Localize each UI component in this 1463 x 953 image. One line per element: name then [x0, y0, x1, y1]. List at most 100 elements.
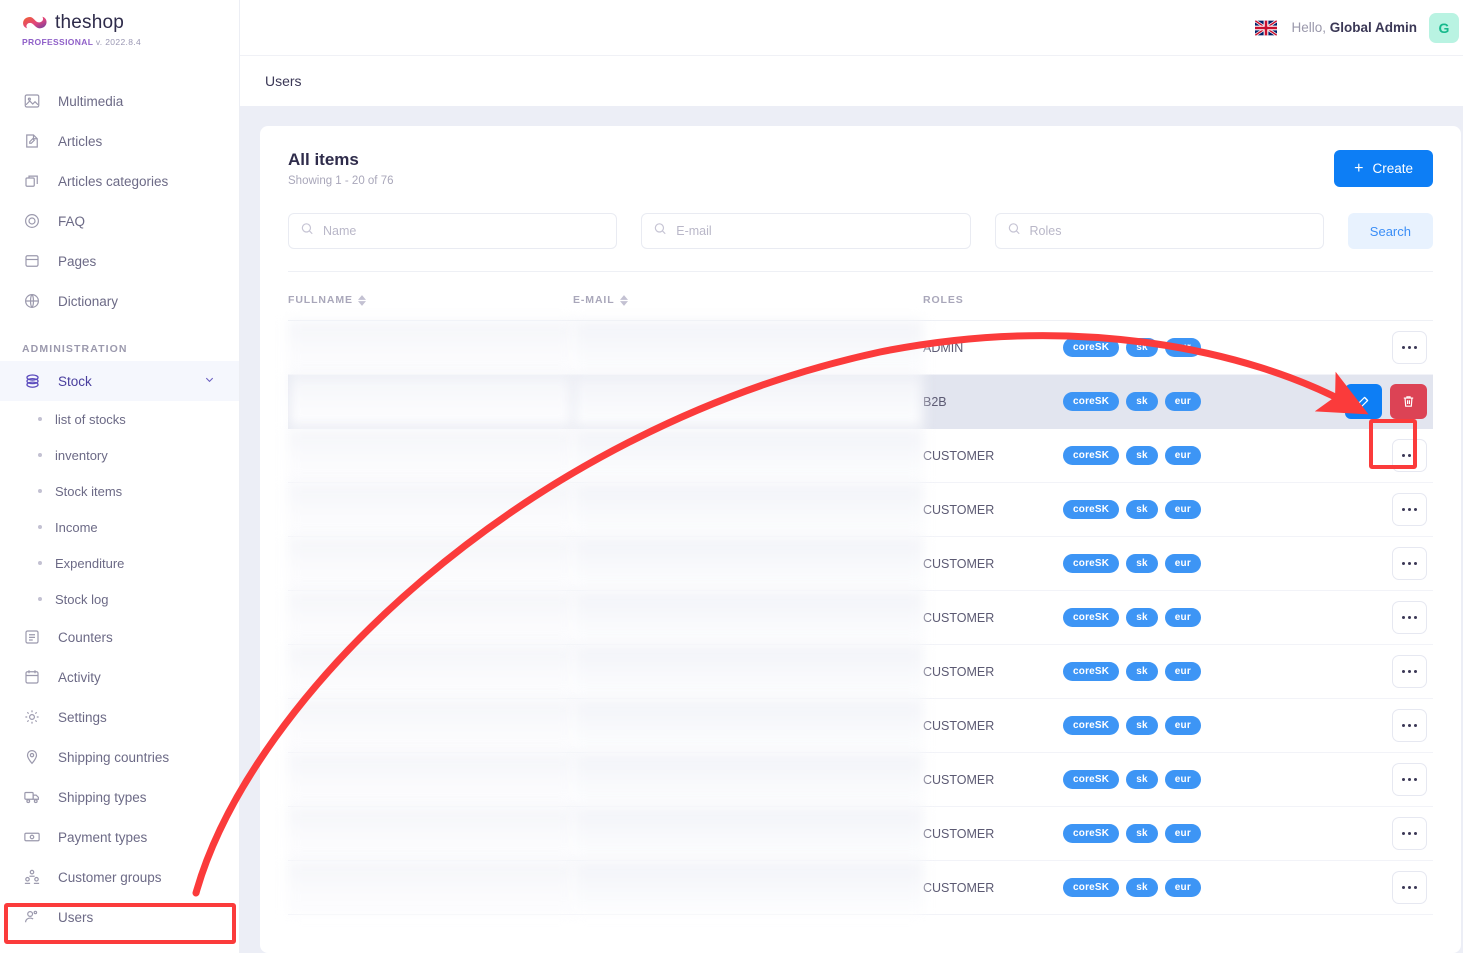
sidebar-item-articles[interactable]: Articles	[0, 121, 239, 161]
ellipsis-icon	[1407, 561, 1412, 566]
row-menu-button[interactable]	[1392, 655, 1427, 688]
column-header-fullname[interactable]: FULLNAME	[288, 272, 573, 321]
sidebar-item-counters[interactable]: Counters	[0, 617, 239, 657]
role-badge: sk	[1126, 392, 1158, 411]
email-filter[interactable]	[641, 213, 971, 249]
cell-email	[573, 482, 923, 537]
sidebar-item-customer-groups[interactable]: Customer groups	[0, 857, 239, 897]
table-row[interactable]: CUSTOMER coreSK sk eur	[288, 428, 1433, 483]
sort-icon[interactable]	[619, 294, 628, 306]
sidebar-item-settings[interactable]: Settings	[0, 697, 239, 737]
ellipsis-icon	[1407, 885, 1412, 890]
row-menu-button[interactable]	[1392, 763, 1427, 796]
sidebar-subitem-stock-items[interactable]: Stock items	[0, 473, 239, 509]
cell-fullname	[288, 860, 573, 915]
sidebar-subitem-list-of-stocks[interactable]: list of stocks	[0, 401, 239, 437]
bullet-icon	[38, 561, 42, 565]
cell-email	[573, 590, 923, 645]
row-actions	[1313, 763, 1433, 796]
table-row[interactable]: CUSTOMER coreSK sk eur	[288, 806, 1433, 861]
topbar: Hello, Global Admin G	[240, 0, 1463, 56]
table-row[interactable]: ADMIN coreSK sk eur	[288, 320, 1433, 375]
ellipsis-icon	[1407, 777, 1412, 782]
edit-icon	[1358, 396, 1369, 407]
role-badge: eur	[1164, 878, 1201, 897]
cell-fullname	[288, 374, 573, 429]
sidebar-item-faq[interactable]: FAQ	[0, 201, 239, 241]
sidebar-item-users[interactable]: Users	[0, 897, 239, 937]
badge-group: coreSK sk eur	[1063, 554, 1313, 573]
box-icon	[22, 371, 42, 391]
ellipsis-icon	[1407, 831, 1412, 836]
role-badge: sk	[1126, 716, 1158, 735]
table-row[interactable]: CUSTOMER coreSK sk eur	[288, 590, 1433, 645]
row-menu-button[interactable]	[1392, 817, 1427, 850]
row-menu-button[interactable]	[1392, 439, 1427, 472]
question-circle-icon	[22, 211, 42, 231]
sidebar-item-activity[interactable]: Activity	[0, 657, 239, 697]
cell-actions	[1313, 482, 1433, 537]
row-menu-button[interactable]	[1392, 601, 1427, 634]
badge-group: coreSK sk eur	[1063, 608, 1313, 627]
sidebar-subitem-inventory[interactable]: inventory	[0, 437, 239, 473]
edit-button[interactable]	[1345, 384, 1382, 419]
role-badge: eur	[1164, 500, 1201, 519]
sidebar-item-dictionary[interactable]: Dictionary	[0, 281, 239, 321]
row-menu-button[interactable]	[1392, 331, 1427, 364]
cell-email	[573, 644, 923, 699]
sidebar-item-pages[interactable]: Pages	[0, 241, 239, 281]
name-input[interactable]	[323, 214, 617, 248]
row-actions	[1313, 871, 1433, 904]
email-input[interactable]	[676, 214, 970, 248]
table-row[interactable]: CUSTOMER coreSK sk eur	[288, 482, 1433, 537]
avatar[interactable]: G	[1429, 12, 1459, 43]
sidebar-item-articles-categories[interactable]: Articles categories	[0, 161, 239, 201]
table-row[interactable]: CUSTOMER coreSK sk eur	[288, 536, 1433, 591]
table-row[interactable]: B2B coreSK sk eur	[288, 374, 1433, 429]
search-button[interactable]: Search	[1347, 213, 1433, 249]
brand[interactable]: theshop PROFESSIONAL v. 2022.8.4	[0, 0, 239, 47]
sort-icon[interactable]	[357, 294, 366, 306]
redacted-fullname	[288, 807, 573, 860]
table-row[interactable]: CUSTOMER coreSK sk eur	[288, 644, 1433, 699]
table-body: ADMIN coreSK sk eur B2B coreSK sk eur CUSTOMER co…	[288, 320, 1433, 915]
row-actions	[1313, 331, 1433, 364]
table-row[interactable]: CUSTOMER coreSK sk eur	[288, 752, 1433, 807]
badge-group: coreSK sk eur	[1063, 770, 1313, 789]
sidebar-item-shipping-countries[interactable]: Shipping countries	[0, 737, 239, 777]
chevron-down-icon[interactable]	[204, 374, 215, 388]
role-badge: eur	[1164, 716, 1201, 735]
row-actions	[1313, 709, 1433, 742]
table-row[interactable]: CUSTOMER coreSK sk eur	[288, 698, 1433, 753]
table-row[interactable]: CUSTOMER coreSK sk eur	[288, 860, 1433, 915]
delete-button[interactable]	[1390, 384, 1427, 419]
redacted-email	[573, 321, 923, 374]
roles-filter[interactable]	[994, 213, 1324, 249]
sidebar-subitem-income[interactable]: Income	[0, 509, 239, 545]
filters-row: Search	[288, 213, 1433, 272]
uk-flag-icon[interactable]	[1255, 19, 1278, 36]
users-table: FULLNAME E-MAIL ROLES ADMIN coreSK sk eu…	[288, 272, 1433, 915]
ellipsis-icon	[1413, 669, 1418, 674]
roles-input[interactable]	[1029, 214, 1323, 248]
cell-email	[573, 374, 923, 429]
sidebar-item-multimedia[interactable]: Multimedia	[0, 81, 239, 121]
sidebar-item-shipping-types[interactable]: Shipping types	[0, 777, 239, 817]
column-header-email[interactable]: E-MAIL	[573, 272, 923, 321]
redacted-email	[573, 699, 923, 752]
sidebar-item-stock[interactable]: Stock	[0, 361, 239, 401]
row-menu-button[interactable]	[1392, 709, 1427, 742]
row-menu-button[interactable]	[1392, 871, 1427, 904]
sidebar-subitem-stock-log[interactable]: Stock log	[0, 581, 239, 617]
role-badge: coreSK	[1063, 554, 1120, 573]
redacted-fullname	[288, 429, 573, 482]
name-filter[interactable]	[288, 213, 618, 249]
cell-actions	[1313, 374, 1433, 429]
brand-version-number: v. 2022.8.4	[95, 37, 142, 47]
row-menu-button[interactable]	[1392, 547, 1427, 580]
row-menu-button[interactable]	[1392, 493, 1427, 526]
sidebar-item-payment-types[interactable]: Payment types	[0, 817, 239, 857]
redacted-email	[573, 807, 923, 860]
sidebar-subitem-expenditure[interactable]: Expenditure	[0, 545, 239, 581]
create-button[interactable]: + Create	[1334, 150, 1433, 187]
